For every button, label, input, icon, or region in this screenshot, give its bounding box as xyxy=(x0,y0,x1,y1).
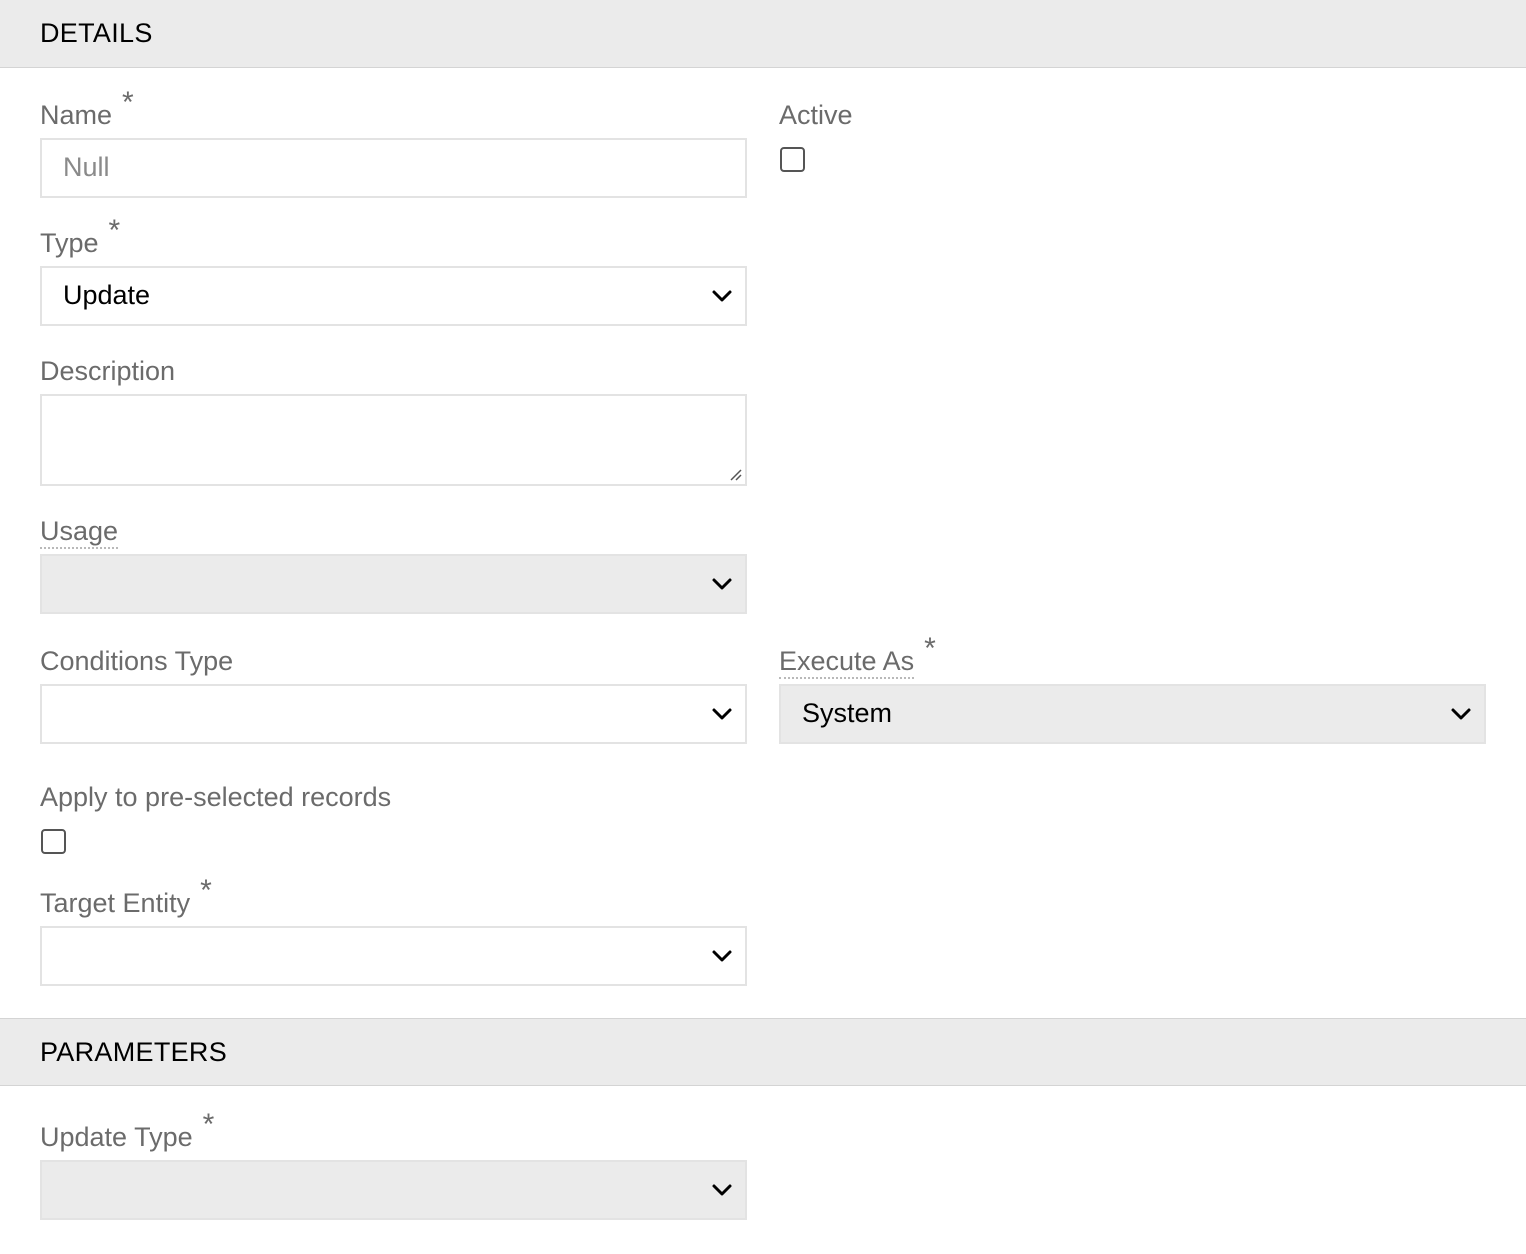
chevron-down-icon xyxy=(712,1184,732,1196)
resize-handle-icon[interactable] xyxy=(728,467,742,481)
apply-preselected-checkbox[interactable] xyxy=(41,829,66,854)
name-input[interactable]: Null xyxy=(40,138,747,198)
description-textarea[interactable] xyxy=(40,394,747,486)
parameters-section-title: PARAMETERS xyxy=(40,1037,228,1067)
update-type-select[interactable] xyxy=(40,1160,747,1220)
active-label: Active xyxy=(779,100,853,130)
execute-as-value: System xyxy=(802,698,893,728)
chevron-down-icon xyxy=(712,950,732,962)
chevron-down-icon xyxy=(1451,708,1471,720)
conditions-type-select[interactable] xyxy=(40,684,747,744)
required-asterisk-icon: * xyxy=(924,632,936,665)
details-section-title: DETAILS xyxy=(40,18,153,48)
usage-select[interactable] xyxy=(40,554,747,614)
chevron-down-icon xyxy=(712,578,732,590)
chevron-down-icon xyxy=(712,290,732,302)
apply-preselected-label: Apply to pre-selected records xyxy=(40,782,392,812)
type-select-value: Update xyxy=(63,280,151,310)
name-input-placeholder: Null xyxy=(63,152,110,182)
chevron-down-icon xyxy=(712,708,732,720)
name-label: Name * xyxy=(40,86,134,131)
details-section-header: DETAILS xyxy=(0,0,1526,68)
update-type-label: Update Type * xyxy=(40,1108,215,1153)
execute-as-select[interactable]: System xyxy=(779,684,1486,744)
type-select[interactable]: Update xyxy=(40,266,747,326)
target-entity-label: Target Entity * xyxy=(40,874,212,919)
required-asterisk-icon: * xyxy=(202,1108,215,1141)
description-label: Description xyxy=(40,356,176,386)
target-entity-select[interactable] xyxy=(40,926,747,986)
required-asterisk-icon: * xyxy=(108,214,121,247)
execute-as-label: Execute As * xyxy=(779,633,936,679)
required-asterisk-icon: * xyxy=(122,86,134,119)
usage-label: Usage xyxy=(40,515,119,549)
type-label: Type * xyxy=(40,214,121,259)
required-asterisk-icon: * xyxy=(200,874,212,907)
active-checkbox[interactable] xyxy=(780,147,805,172)
conditions-type-label: Conditions Type xyxy=(40,646,234,676)
parameters-section-header: PARAMETERS xyxy=(0,1018,1526,1086)
